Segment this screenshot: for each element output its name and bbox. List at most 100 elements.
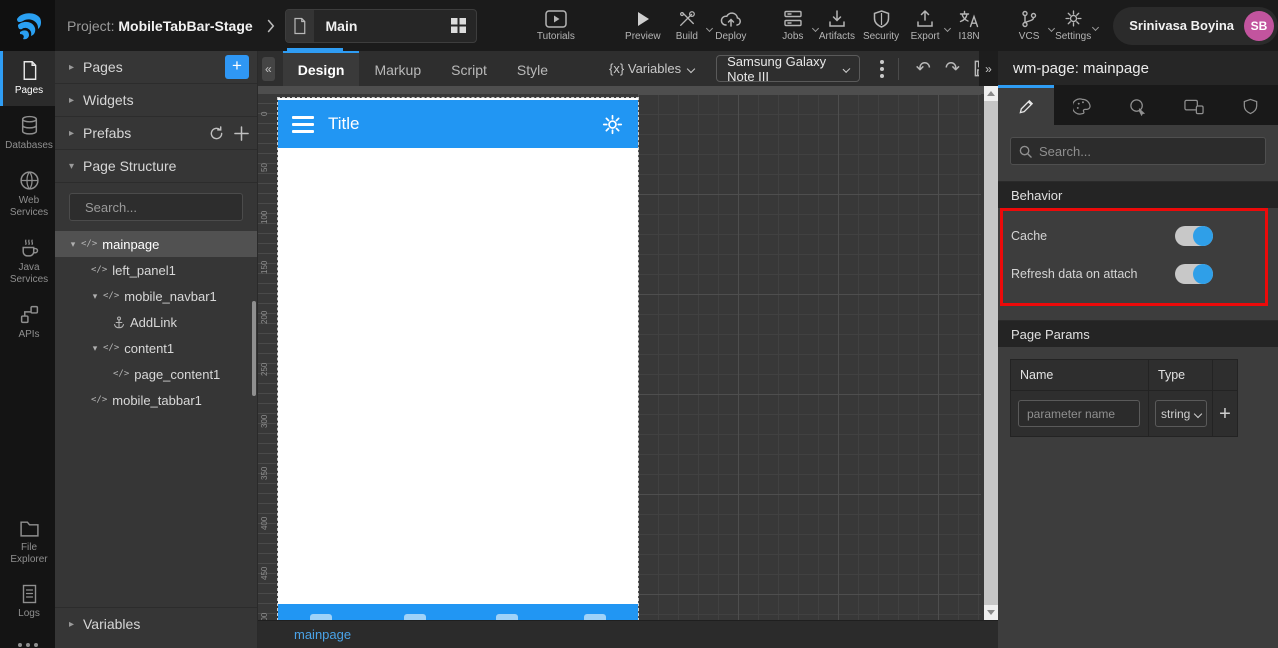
section-variables[interactable]: ▸ Variables — [55, 607, 257, 640]
section-widgets[interactable]: ▸ Widgets — [55, 84, 257, 117]
sidebar-item-file-explorer[interactable]: File Explorer — [0, 510, 55, 575]
artifacts-button[interactable]: Artifacts — [815, 9, 859, 42]
sidebar-item-java-services[interactable]: Java Services — [0, 228, 55, 295]
canvas-more-menu[interactable] — [876, 56, 888, 82]
device-selector[interactable]: Samsung Galaxy Note III — [716, 54, 861, 84]
tab-styles[interactable] — [1054, 85, 1110, 125]
deploy-button[interactable]: Deploy — [709, 10, 753, 42]
tab-events[interactable] — [1110, 85, 1166, 125]
tree-node-left-panel1[interactable]: </> left_panel1 — [55, 257, 257, 283]
tab-security[interactable] — [1222, 85, 1278, 125]
sidebar-item-pages[interactable]: Pages — [0, 51, 55, 106]
tutorials-button[interactable]: Tutorials — [533, 9, 579, 42]
shield-icon — [873, 9, 889, 28]
footer-page-tab[interactable]: mainpage — [294, 627, 351, 642]
sidebar-item-web-services[interactable]: Web Services — [0, 161, 55, 228]
cursor-click-icon — [1130, 98, 1146, 116]
code-icon: </> — [91, 265, 108, 275]
tab-devices[interactable] — [1166, 85, 1222, 125]
scroll-up-button[interactable] — [984, 86, 998, 101]
tree-node-mainpage[interactable]: ▾ </> mainpage — [55, 231, 257, 257]
tab-markup[interactable]: Markup — [359, 51, 436, 86]
cache-toggle[interactable] — [1175, 226, 1213, 246]
param-type-select[interactable]: string — [1155, 400, 1207, 427]
structure-search-input[interactable] — [85, 199, 261, 215]
scroll-down-button[interactable] — [984, 605, 998, 620]
tree-node-mobile-tabbar1[interactable]: </> mobile_tabbar1 — [55, 387, 257, 413]
sidebar-item-logs[interactable]: Logs — [0, 575, 55, 629]
api-icon — [20, 305, 38, 324]
upload-icon — [917, 9, 933, 27]
mobile-gear-icon[interactable] — [601, 113, 624, 136]
caret-down-icon[interactable]: ▾ — [89, 291, 101, 302]
security-button[interactable]: Security — [859, 9, 903, 42]
expand-right-panel-button[interactable]: » — [979, 51, 998, 86]
structure-search[interactable] — [69, 193, 261, 221]
wavemaker-logo[interactable] — [0, 0, 55, 51]
sidebar-item-apis[interactable]: APIs — [0, 295, 55, 350]
property-search-input[interactable] — [1039, 143, 1257, 159]
param-name-input[interactable] — [1018, 400, 1140, 427]
tab-script[interactable]: Script — [436, 51, 502, 86]
refresh-data-toggle[interactable] — [1175, 264, 1213, 284]
settings-button[interactable]: Settings — [1051, 9, 1100, 42]
canvas-grid[interactable] — [638, 94, 981, 620]
chevron-down-icon — [1193, 409, 1203, 418]
pages-grid-icon[interactable] — [450, 18, 466, 33]
avatar: SB — [1244, 10, 1274, 41]
caret-down-icon[interactable]: ▾ — [67, 239, 79, 250]
design-canvas[interactable]: 0 50 100 150 200 250 300 350 400 450 500… — [258, 86, 998, 620]
tab-design[interactable]: Design — [282, 51, 360, 86]
anchor-icon — [114, 315, 124, 328]
redo-button[interactable]: ↷ — [938, 58, 967, 79]
tree-node-addlink[interactable]: AddLink — [55, 309, 257, 335]
collapse-left-panel-button[interactable]: « — [262, 56, 275, 81]
vcs-button[interactable]: VCS — [1007, 10, 1056, 42]
property-search[interactable] — [1010, 137, 1266, 165]
tree-node-mobile-navbar1[interactable]: ▾ </> mobile_navbar1 — [55, 283, 257, 309]
breadcrumb-chevron-icon — [267, 19, 274, 32]
code-icon: </> — [113, 369, 130, 379]
tree-node-content1[interactable]: ▾ </> content1 — [55, 335, 257, 361]
tab-properties[interactable] — [998, 85, 1054, 125]
variables-button[interactable]: {x} Variables — [609, 61, 696, 76]
preview-button[interactable]: Preview — [621, 10, 665, 42]
settings-dropdown-chevron[interactable] — [1092, 23, 1100, 32]
user-menu[interactable]: Srinivasa Boyina SB — [1113, 6, 1278, 45]
vertical-ruler: 0 50 100 150 200 250 300 350 400 450 500 — [258, 94, 276, 620]
pencil-icon — [1018, 99, 1033, 114]
canvas-toolbar: « Design Markup Script Style {x} Variabl… — [258, 51, 998, 86]
export-button[interactable]: Export — [903, 9, 952, 42]
add-prefab-icon[interactable] — [234, 125, 249, 141]
page-params-header-row: Name Type — [1011, 360, 1237, 391]
build-button[interactable]: Build — [665, 10, 713, 42]
add-param-button[interactable]: + — [1219, 404, 1231, 424]
page-icon — [23, 61, 36, 80]
add-page-button[interactable]: + — [225, 55, 249, 79]
sidebar-item-databases[interactable]: Databases — [0, 106, 55, 161]
more-icon[interactable] — [0, 629, 55, 648]
section-pages[interactable]: ▸ Pages + — [55, 51, 257, 84]
play-icon — [637, 11, 649, 26]
tab-style[interactable]: Style — [502, 51, 563, 86]
canvas-scrollbar[interactable] — [984, 86, 998, 620]
translate-icon — [959, 10, 979, 27]
mobile-preview[interactable]: Title — [277, 97, 639, 620]
palette-icon — [1072, 98, 1091, 115]
undo-button[interactable]: ↶ — [909, 58, 938, 79]
i18n-button[interactable]: I18N — [947, 10, 991, 42]
open-page-tab[interactable]: Main — [284, 8, 477, 51]
folder-icon — [19, 521, 39, 537]
gear-icon — [1065, 10, 1082, 27]
jobs-button[interactable]: Jobs — [771, 10, 819, 42]
tree-node-page-content1[interactable]: </> page_content1 — [55, 361, 257, 387]
refresh-icon[interactable] — [209, 125, 224, 141]
explorer-scrollbar[interactable] — [252, 301, 256, 396]
mobile-tabbar-widget[interactable] — [278, 604, 638, 620]
section-prefabs[interactable]: ▸ Prefabs — [55, 117, 257, 150]
mobile-navbar-widget[interactable]: Title — [278, 100, 638, 148]
caret-down-icon[interactable]: ▾ — [89, 343, 101, 354]
section-page-structure[interactable]: ▾ Page Structure — [55, 150, 257, 183]
hamburger-menu-icon[interactable] — [292, 115, 314, 133]
canvas-region: « Design Markup Script Style {x} Variabl… — [258, 51, 998, 648]
